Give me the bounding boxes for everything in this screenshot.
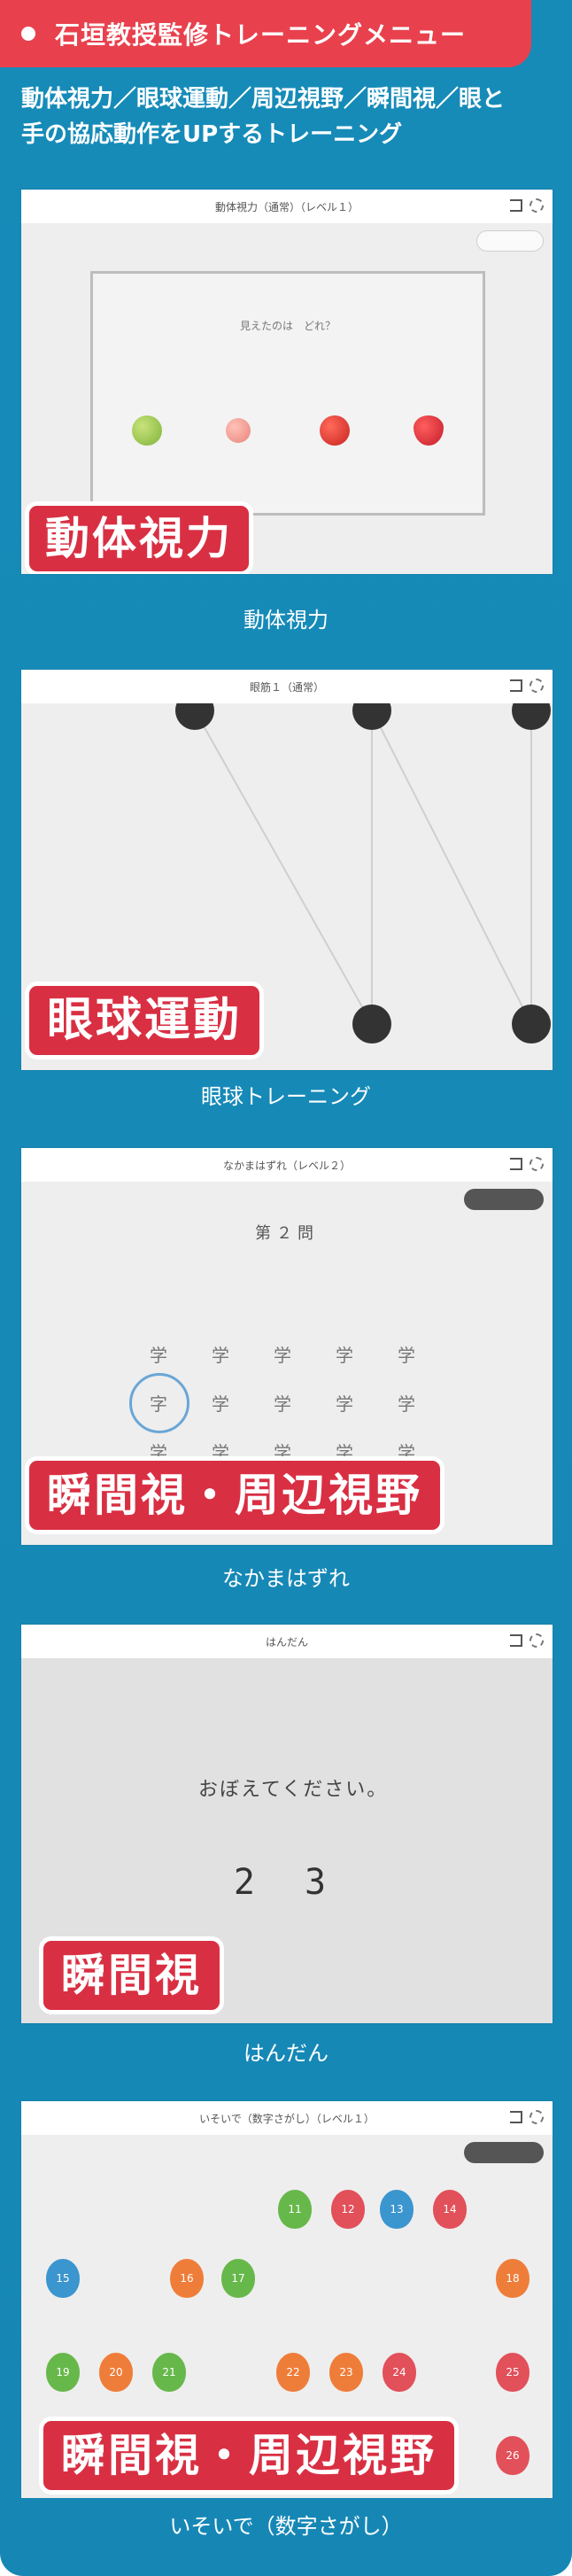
gear-icon[interactable] (529, 1633, 544, 1648)
gear-icon[interactable] (529, 198, 544, 213)
balloon[interactable]: 15 (46, 2259, 80, 2298)
fullscreen-icon[interactable] (510, 2111, 522, 2123)
balloon[interactable]: 19 (46, 2353, 80, 2392)
fullscreen-icon[interactable] (510, 1158, 522, 1170)
category-badge: 瞬間視 (39, 1936, 224, 2014)
section-caption: 眼球トレーニング (201, 1084, 371, 1109)
app-title: 動体視力（通常）（レベル１） (214, 200, 359, 213)
menu-title: 石垣教授監修トレーニングメニュー (55, 20, 467, 50)
balloon[interactable]: 17 (221, 2259, 255, 2298)
balloon[interactable]: 22 (276, 2353, 310, 2392)
score-pill (464, 1189, 544, 1210)
balloon[interactable]: 25 (496, 2353, 529, 2392)
category-badge: 瞬間視・周辺視野 (39, 2417, 459, 2495)
balloon[interactable]: 20 (99, 2353, 133, 2392)
app-title: なかまはずれ（レベル２） (222, 1159, 351, 1172)
fullscreen-icon[interactable] (510, 679, 522, 692)
screenshot-eye-movement: 眼筋１（通常） 眼球運動 (21, 670, 553, 1070)
score-pill (464, 2142, 544, 2163)
screenshot-judgment: はんだん おぼえてください。 2 3 瞬間視 (21, 1625, 553, 2023)
app-topbar: 眼筋１（通常） (21, 670, 553, 704)
screenshot-dynamic-vision: 動体視力（通常）（レベル１） 見えたのは どれ？ 動体視力 (21, 190, 553, 574)
screenshot-number-search: いそいで（数字さがし）（レベル１） 11 12 13 14 15 16 17 18 19 20 21… (21, 2101, 553, 2498)
app-title: いそいで（数字さがし）（レベル１） (199, 2112, 375, 2125)
question-text: 見えたのは どれ？ (239, 320, 336, 332)
melon-icon[interactable] (132, 415, 162, 446)
balloon[interactable]: 13 (380, 2190, 414, 2229)
training-menu-page: 石垣教授監修トレーニングメニュー 動体視力／眼球運動／周辺視野／瞬間視／眼と 手… (0, 0, 572, 2576)
screenshot-odd-one-out: なかまはずれ（レベル２） 第２問 学学学学学 字学学学学 学学学学学 瞬間視・周… (21, 1148, 553, 1545)
app-topbar: 動体視力（通常）（レベル１） (21, 190, 553, 224)
category-badge: 瞬間視・周辺視野 (25, 1456, 444, 1534)
strawberry-icon[interactable] (414, 415, 444, 446)
question-number: 第２問 (255, 1224, 319, 1243)
balloon[interactable]: 26 (496, 2436, 529, 2475)
balloon[interactable]: 11 (278, 2190, 312, 2229)
app-topbar: いそいで（数字さがし）（レベル１） (21, 2101, 553, 2136)
app-title: 眼筋１（通常） (249, 680, 324, 694)
white-dot-icon (21, 27, 35, 41)
apple-icon[interactable] (320, 415, 350, 446)
section-caption: 動体視力 (243, 608, 329, 632)
app-title: はんだん (265, 1635, 308, 1649)
fullscreen-icon[interactable] (510, 1634, 522, 1647)
memorize-number: 2 3 (233, 1862, 341, 1903)
gear-icon[interactable] (529, 1157, 544, 1171)
gear-icon[interactable] (529, 679, 544, 693)
category-badge: 眼球運動 (25, 982, 265, 1059)
section-caption: はんだん (243, 2041, 329, 2066)
app-topbar: はんだん (21, 1625, 553, 1659)
gear-icon[interactable] (529, 2110, 544, 2124)
balloon[interactable]: 16 (170, 2259, 204, 2298)
balloon[interactable]: 14 (433, 2190, 467, 2229)
selection-circle (129, 1373, 189, 1433)
memorize-prompt: おぼえてください。 (198, 1779, 389, 1801)
score-pill (476, 230, 544, 252)
section-caption: なかまはずれ (222, 1566, 350, 1591)
app-topbar: なかまはずれ（レベル２） (21, 1148, 553, 1183)
question-frame: 見えたのは どれ？ (90, 271, 485, 516)
balloon[interactable]: 18 (496, 2259, 529, 2298)
balloon[interactable]: 21 (152, 2353, 186, 2392)
category-badge: 動体視力 (25, 501, 253, 574)
balloon[interactable]: 23 (329, 2353, 363, 2392)
fullscreen-icon[interactable] (510, 199, 522, 212)
balloon[interactable]: 12 (331, 2190, 365, 2229)
menu-header: 石垣教授監修トレーニングメニュー (0, 0, 531, 67)
balloon[interactable]: 24 (383, 2353, 416, 2392)
peach-icon[interactable] (226, 418, 251, 443)
menu-subtitle: 動体視力／眼球運動／周辺視野／瞬間視／眼と 手の協応動作をUPするトレーニング (21, 86, 506, 148)
section-caption: いそいで（数字さがし） (169, 2514, 403, 2539)
